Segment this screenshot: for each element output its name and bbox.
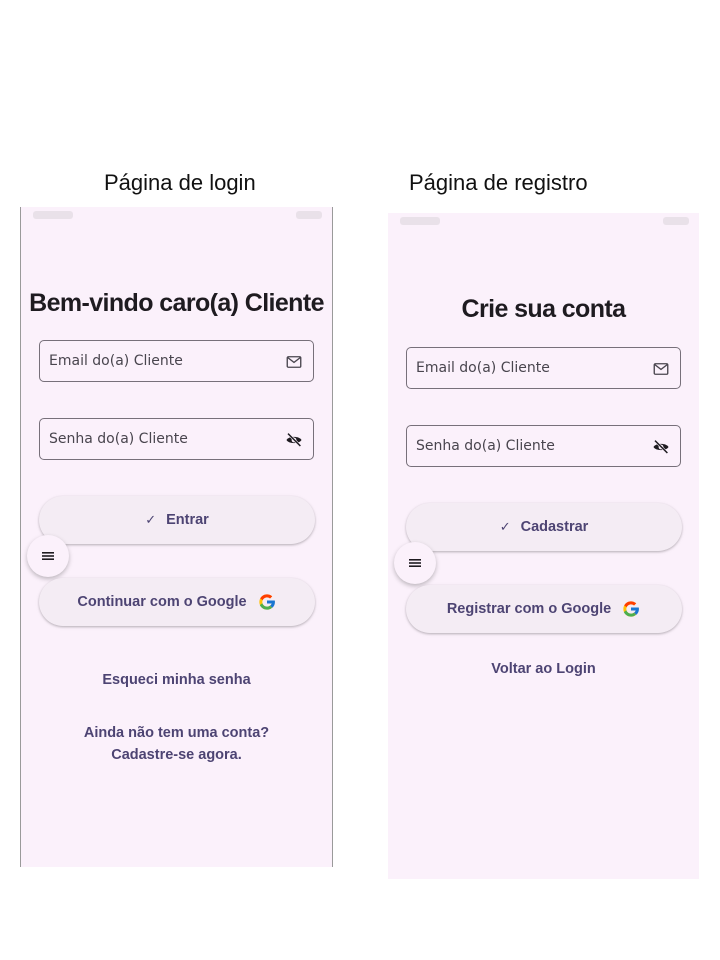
login-button[interactable]: ✓ Entrar (39, 496, 315, 544)
email-field[interactable]: Email do(a) Cliente (406, 347, 681, 389)
signup-prompt-line1[interactable]: Ainda não tem uma conta? (21, 722, 332, 744)
email-placeholder: Email do(a) Cliente (416, 360, 550, 376)
password-field[interactable]: Senha do(a) Cliente (39, 418, 314, 460)
google-login-label: Continuar com o Google (77, 594, 247, 610)
login-page-caption: Página de login (104, 170, 256, 195)
check-icon: ✓ (145, 512, 157, 527)
register-button-label: Cadastrar (520, 519, 589, 535)
password-field[interactable]: Senha do(a) Cliente (406, 425, 681, 467)
register-page-caption: Página de registro (409, 170, 588, 195)
check-icon: ✓ (499, 519, 511, 534)
email-field[interactable]: Email do(a) Cliente (39, 340, 314, 382)
status-bar (388, 213, 699, 231)
google-icon (258, 594, 275, 610)
visibility-off-icon[interactable] (285, 431, 303, 449)
google-register-button[interactable]: Registrar com o Google (406, 585, 682, 633)
menu-fab[interactable] (27, 535, 69, 577)
menu-fab[interactable] (394, 542, 436, 584)
password-placeholder: Senha do(a) Cliente (416, 438, 555, 454)
menu-icon (42, 552, 54, 560)
forgot-password-link[interactable]: Esqueci minha senha (21, 669, 332, 691)
menu-icon (409, 559, 421, 567)
google-icon (623, 601, 640, 617)
google-login-button[interactable]: Continuar com o Google (39, 578, 315, 626)
register-button[interactable]: ✓ Cadastrar (406, 503, 682, 551)
register-screen: Crie sua conta Email do(a) Cliente Senha… (388, 213, 699, 879)
login-button-label: Entrar (166, 512, 209, 528)
email-placeholder: Email do(a) Cliente (49, 353, 183, 369)
status-bar (21, 207, 332, 225)
page-title: Bem-vindo caro(a) Cliente (29, 289, 324, 317)
password-placeholder: Senha do(a) Cliente (49, 431, 188, 447)
google-register-label: Registrar com o Google (446, 601, 612, 617)
back-to-login-link[interactable]: Voltar ao Login (388, 658, 699, 680)
mail-icon (285, 353, 303, 371)
signup-prompt-line2[interactable]: Cadastre-se agora. (21, 744, 332, 766)
page-title: Crie sua conta (461, 295, 626, 323)
mail-icon (652, 360, 670, 378)
visibility-off-icon[interactable] (652, 438, 670, 456)
login-screen: Bem-vindo caro(a) Cliente Email do(a) Cl… (20, 207, 333, 867)
